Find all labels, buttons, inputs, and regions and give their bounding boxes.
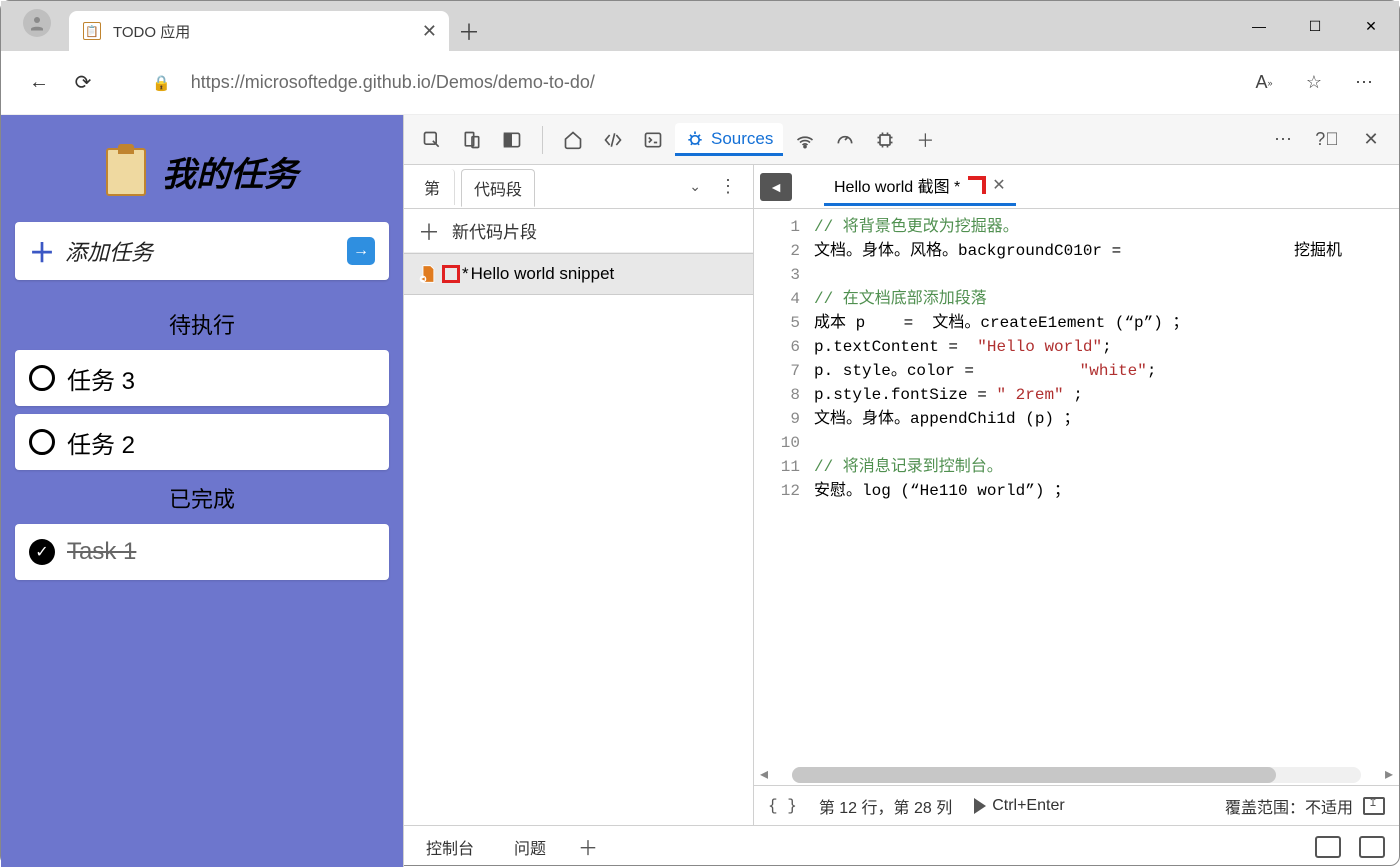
window-titlebar: 📋 TODO 应用 ✕ ＋ — ☐ ✕ — [1, 1, 1399, 51]
snippet-name: Hello world snippet — [471, 264, 615, 284]
profile-avatar[interactable] — [23, 9, 51, 37]
sources-tab[interactable]: Sources — [675, 123, 783, 156]
add-task-input[interactable]: ＋ 添加任务 → — [15, 222, 389, 280]
task-item[interactable]: 任务 2 — [15, 414, 389, 470]
sources-navigator: 第 代码段 ⌄ ⋮ ＋ 新代码片段 * Hello world snippet — [404, 165, 754, 825]
plus-icon: ＋ — [29, 233, 55, 270]
task-text: Task 1 — [67, 538, 136, 566]
code-editor[interactable]: 123456789101112 // 将背景色更改为挖掘器。文档。身体。风格。b… — [754, 209, 1399, 785]
performance-tab-icon[interactable] — [827, 123, 863, 157]
device-toggle-icon[interactable] — [454, 123, 490, 157]
editor-file-tab[interactable]: Hello world 截图 * ✕ — [824, 167, 1016, 206]
bug-icon — [685, 129, 705, 149]
page-tab[interactable]: 第 — [412, 169, 455, 205]
highlight-marker — [968, 176, 986, 194]
refresh-button[interactable]: ⟳ — [65, 65, 101, 101]
settings-menu-icon[interactable]: ⋯ — [1349, 68, 1379, 98]
pending-heading: 待执行 — [15, 308, 389, 340]
add-task-label: 添加任务 — [65, 235, 347, 267]
url-field[interactable]: 🔒 https://microsoftedge.github.io/Demos/… — [133, 64, 1233, 102]
editor-statusbar: { } 第 12 行，第 28 列 Ctrl+Enter 覆盖范围：不适用 — [754, 785, 1399, 825]
maximize-button[interactable]: ☐ — [1287, 1, 1343, 51]
devtools-more-icon[interactable]: ⋯ — [1265, 123, 1301, 157]
window-controls: — ☐ ✕ — [1231, 1, 1399, 51]
coverage-label: 覆盖范围：不适用 — [1225, 794, 1353, 818]
clipboard-icon: 📋 — [83, 22, 101, 40]
drawer-console-tab[interactable]: 控制台 — [418, 831, 482, 863]
done-heading: 已完成 — [15, 482, 389, 514]
elements-tab-icon[interactable] — [595, 123, 631, 157]
checked-icon[interactable]: ✓ — [29, 539, 55, 565]
drawer-issues-tab[interactable]: 问题 — [506, 831, 554, 863]
sources-tab-label: Sources — [711, 129, 773, 149]
memory-tab-icon[interactable] — [867, 123, 903, 157]
cursor-position: 第 12 行，第 28 列 — [819, 794, 952, 818]
editor-tab-label: Hello world 截图 * — [834, 173, 960, 197]
navigator-more-icon[interactable]: ⋮ — [711, 172, 745, 201]
close-window-button[interactable]: ✕ — [1343, 1, 1399, 51]
tab-title: TODO 应用 — [113, 21, 190, 42]
editor-pane: ◄ Hello world 截图 * ✕ 123456789101112 // … — [754, 165, 1399, 825]
new-snippet-button[interactable]: ＋ 新代码片段 — [404, 209, 753, 253]
horizontal-scrollbar[interactable]: ◂ ▸ — [754, 765, 1399, 785]
task-item[interactable]: 任务 3 — [15, 350, 389, 406]
clipboard-icon — [106, 148, 146, 196]
navigator-toggle-button[interactable]: ◄ — [760, 173, 792, 201]
close-file-icon[interactable]: ✕ — [992, 175, 1005, 195]
read-aloud-icon[interactable]: A» — [1249, 68, 1279, 98]
task-item-done[interactable]: ✓ Task 1 — [15, 524, 389, 580]
task-text: 任务 2 — [67, 425, 135, 460]
todo-app: 我的任务 ＋ 添加任务 → 待执行 任务 3 任务 2 已完成 ✓ Task 1 — [1, 115, 403, 867]
inspect-icon[interactable] — [414, 123, 450, 157]
page-title: 我的任务 — [162, 147, 298, 196]
favorite-icon[interactable]: ☆ — [1299, 68, 1329, 98]
close-tab-icon[interactable]: ✕ — [422, 21, 437, 42]
dock-icon[interactable] — [494, 123, 530, 157]
scroll-right-icon[interactable]: ▸ — [1379, 763, 1399, 785]
devtools-panel: Sources ＋ ⋯ ?⃝ ✕ 第 代码段 ⌄ ⋮ ＋ — [403, 115, 1399, 867]
drawer-expand-icon[interactable] — [1359, 836, 1385, 858]
back-button[interactable]: ← — [21, 65, 57, 101]
scroll-left-icon[interactable]: ◂ — [754, 763, 774, 785]
url-text: https://microsoftedge.github.io/Demos/de… — [191, 72, 595, 93]
pretty-print-button[interactable]: { } — [768, 797, 797, 815]
run-hint: Ctrl+Enter — [992, 797, 1064, 815]
drawer-add-tab[interactable]: ＋ — [578, 832, 598, 861]
chevron-down-icon[interactable]: ⌄ — [685, 174, 705, 199]
console-tab-icon[interactable] — [635, 123, 671, 157]
plus-icon: ＋ — [418, 215, 440, 247]
todo-header: 我的任务 — [15, 147, 389, 196]
devtools-close-icon[interactable]: ✕ — [1353, 123, 1389, 157]
browser-tab[interactable]: 📋 TODO 应用 ✕ — [69, 11, 449, 51]
unchecked-icon[interactable] — [29, 365, 55, 391]
submit-task-button[interactable]: → — [347, 237, 375, 265]
snippets-tab[interactable]: 代码段 — [461, 169, 535, 207]
highlight-marker — [442, 265, 460, 283]
new-snippet-label: 新代码片段 — [452, 218, 537, 243]
drawer-icon-1[interactable] — [1315, 836, 1341, 858]
snippet-dirty-star: * — [462, 264, 469, 284]
lock-icon: 🔒 — [152, 74, 171, 92]
minimize-button[interactable]: — — [1231, 1, 1287, 51]
run-snippet-button[interactable]: Ctrl+Enter — [974, 797, 1064, 815]
devtools-help-icon[interactable]: ?⃝ — [1309, 123, 1345, 157]
more-tabs-button[interactable]: ＋ — [907, 123, 943, 157]
devtools-drawer: 控制台 问题 ＋ — [404, 825, 1399, 867]
devtools-toolbar: Sources ＋ ⋯ ?⃝ ✕ — [404, 115, 1399, 165]
unchecked-icon[interactable] — [29, 429, 55, 455]
snippet-item[interactable]: * Hello world snippet — [404, 253, 753, 295]
new-tab-button[interactable]: ＋ — [449, 11, 489, 51]
task-text: 任务 3 — [67, 361, 135, 396]
source-map-icon[interactable] — [1363, 797, 1385, 815]
welcome-tab-icon[interactable] — [555, 123, 591, 157]
snippet-file-icon — [418, 264, 438, 284]
play-icon — [974, 798, 986, 814]
address-toolbar: ← ⟳ 🔒 https://microsoftedge.github.io/De… — [1, 51, 1399, 115]
network-tab-icon[interactable] — [787, 123, 823, 157]
